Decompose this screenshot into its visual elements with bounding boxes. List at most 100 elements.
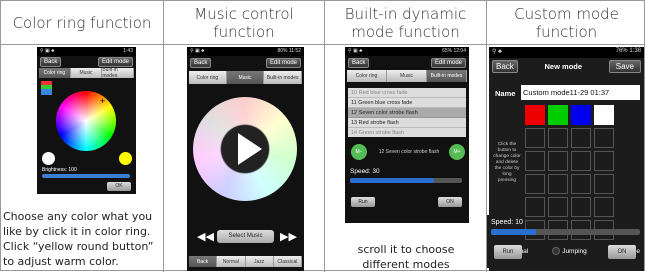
list-item[interactable]: 13 Red strobe flash	[348, 118, 466, 128]
minus-button[interactable]: M−	[351, 144, 367, 160]
list-item[interactable]: 10 Red blue cross fade	[348, 88, 466, 98]
color-grid	[525, 105, 614, 240]
current-mode: 12 Seven color strobe flash	[378, 149, 440, 155]
eq-tab-classical[interactable]: Classical	[273, 256, 302, 267]
color-slot[interactable]	[571, 174, 591, 194]
name-field[interactable]: Custom mode11-29 01:37	[521, 85, 640, 100]
color-slot[interactable]	[548, 128, 568, 148]
status-right: 65% 12:04	[442, 48, 466, 55]
status-battery: 80%	[277, 48, 288, 54]
color-slot-red[interactable]	[525, 105, 545, 125]
status-time: 1:38	[629, 48, 641, 54]
white-round-button[interactable]	[42, 152, 55, 165]
tab-color-ring[interactable]: Color ring	[39, 68, 71, 78]
back-button[interactable]: Back	[492, 59, 518, 73]
green-bar	[41, 85, 52, 89]
edit-mode-button[interactable]: Edit mode	[265, 58, 301, 68]
tab-music[interactable]: Music	[387, 70, 427, 82]
speed-slider[interactable]	[350, 178, 462, 183]
panel-music: ⚲ ▣ ♣ 80% 11:52 Back Edit mode Color ring…	[164, 45, 325, 272]
select-music-button[interactable]: Select Music	[217, 230, 274, 243]
list-item-selected[interactable]: 12 Seven color strobe flash	[348, 108, 466, 118]
custom-run-button[interactable]: Run	[494, 245, 522, 259]
tab-builtin-modes[interactable]: Built-in modes	[427, 70, 467, 82]
color-slot[interactable]	[525, 197, 545, 217]
color-slot-white[interactable]	[594, 105, 614, 125]
previous-icon[interactable]: ◀◀	[197, 230, 214, 243]
header-title: Custom mode function	[514, 4, 619, 41]
tab-music[interactable]: Music	[70, 68, 103, 78]
status-right: 76% 1:38	[616, 48, 641, 57]
color-slot[interactable]	[594, 151, 614, 171]
color-slot[interactable]	[548, 197, 568, 217]
status-bar: ⚲ ▣ ♣ 80% 11:52	[187, 47, 304, 56]
tab-music[interactable]: Music	[226, 71, 265, 84]
brightness-slider[interactable]	[42, 174, 130, 178]
mode-list[interactable]: 10 Red blue cross fade 11 Green blue cro…	[348, 88, 466, 137]
color-slot-blue[interactable]	[571, 105, 591, 125]
color-slot[interactable]	[594, 197, 614, 217]
tab-color-ring[interactable]: Color ring	[347, 70, 387, 82]
panel-custom: ⚲ ♣ 76% 1:38 Back New mode Save Name Cust…	[487, 45, 645, 272]
color-slot[interactable]	[525, 128, 545, 148]
radio-jumping[interactable]: Jumping	[552, 247, 587, 255]
custom-speed-label: Speed: 10	[491, 219, 523, 226]
status-bar: ⚲ ▣ ♣ 1:43	[37, 47, 136, 56]
eq-tab-back[interactable]: Back	[189, 256, 218, 267]
color-slot[interactable]	[525, 151, 545, 171]
color-slot-green[interactable]	[548, 105, 568, 125]
mode-tabs: Color ring Music Built-in modes	[39, 67, 135, 79]
phone-screen-lower	[489, 259, 644, 271]
status-time: 11:52	[288, 48, 301, 54]
tab-color-ring[interactable]: Color ring	[189, 71, 227, 84]
run-button[interactable]: Run	[351, 197, 375, 207]
panel-builtin: ⚲ ▣ ♣ 65% 12:04 Back Edit mode Color ring…	[325, 45, 487, 272]
eq-tab-normal[interactable]: Normal	[217, 256, 246, 267]
page-title: New mode	[544, 61, 583, 71]
color-slot[interactable]	[571, 151, 591, 171]
caption-color-ring: Choose any color what you like by click …	[3, 210, 154, 268]
play-icon[interactable]	[238, 133, 262, 165]
header-builtin: Built-in dynamic mode function	[325, 1, 487, 45]
color-slot[interactable]	[548, 174, 568, 194]
list-item[interactable]: 11 Green blue cross fade	[348, 98, 466, 108]
color-slot[interactable]	[594, 174, 614, 194]
edit-mode-button[interactable]: Edit mode	[97, 56, 133, 67]
header-title: Built-in dynamic mode function	[344, 4, 467, 41]
phone-screen: ⚲ ▣ ♣ 65% 12:04 Back Edit mode Color ring…	[345, 47, 469, 223]
back-button[interactable]: Back	[348, 57, 370, 68]
color-slot[interactable]	[594, 128, 614, 148]
tab-builtin-modes[interactable]: Built-in modes	[102, 67, 135, 79]
color-slot[interactable]	[525, 174, 545, 194]
tab-builtin-modes[interactable]: Built-in modes	[264, 71, 303, 84]
phone-screen: ⚲ ▣ ♣ 1:43 Back Edit mode Color ring Musi…	[37, 47, 136, 194]
phone-screen: ⚲ ▣ ♣ 80% 11:52 Back Edit mode Color ring…	[187, 47, 304, 271]
status-time: 12:04	[453, 48, 466, 54]
name-label: Name	[495, 89, 516, 98]
custom-on-button[interactable]: ON	[608, 245, 636, 259]
color-ring[interactable]	[56, 91, 116, 151]
color-slot[interactable]	[571, 128, 591, 148]
caption-builtin: scroll it to choose different modes	[357, 243, 455, 271]
plus-button[interactable]: M+	[449, 144, 465, 160]
ok-button[interactable]: OK	[107, 182, 131, 191]
status-time: 1:43	[123, 48, 133, 54]
mode-tabs: Color ring Music Built-in modes	[347, 70, 467, 82]
custom-speed-slider[interactable]	[491, 229, 640, 235]
yellow-round-button[interactable]	[119, 152, 132, 165]
list-item[interactable]: 14 Green strobe flash	[348, 128, 466, 137]
color-slot[interactable]	[548, 151, 568, 171]
status-icons: ⚲ ♣	[492, 49, 502, 55]
back-button[interactable]: Back	[190, 58, 212, 68]
crosshair-icon: +	[100, 96, 106, 106]
edit-mode-button[interactable]: Edit mode	[430, 57, 466, 68]
status-bar: ⚲ ♣ 76% 1:38	[489, 47, 644, 58]
eq-tab-jazz[interactable]: Jazz	[245, 256, 274, 267]
on-button[interactable]: ON	[438, 197, 462, 207]
color-slot[interactable]	[571, 197, 591, 217]
back-button[interactable]: Back	[40, 56, 62, 67]
top-bar: Back Edit mode	[345, 56, 469, 69]
save-button[interactable]: Save	[608, 59, 641, 73]
next-icon[interactable]: ▶▶	[280, 230, 297, 243]
status-battery: 65%	[442, 48, 453, 54]
